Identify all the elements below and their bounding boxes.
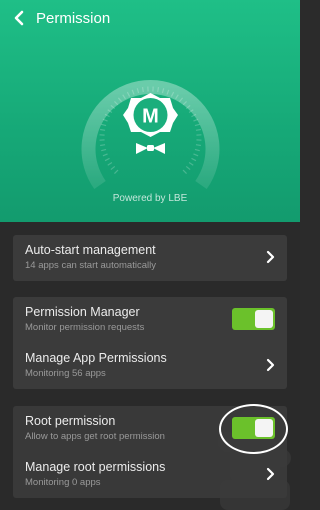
permission-manager-label: Permission Manager [25,305,140,319]
toggle-knob [255,310,273,328]
root-permission-row[interactable]: Root permission Allow to apps get root p… [13,406,287,452]
svg-text:M: M [142,106,159,128]
gauge-tick [194,148,200,152]
gauge-tick [182,169,187,174]
manage-root-permissions-label: Manage root permissions [25,460,166,474]
gauge-tick [102,118,108,122]
gauge-tick [185,165,191,171]
gauge-tick [101,148,107,152]
page-title: Permission [36,9,111,27]
powered-by-label: Powered by LBE [112,193,188,204]
gauge-tick [104,157,110,162]
gauge-tick [157,87,160,93]
manage-root-permissions-sublabel: Monitoring 0 apps [25,477,101,488]
gauge-tick [110,165,116,171]
autostart-sublabel: 14 apps can start automatically [25,260,156,271]
gauge-tick [195,144,201,147]
manage-app-permissions-label: Manage App Permissions [25,351,167,365]
gauge-tick [100,144,106,147]
manage-app-permissions-sublabel: Monitoring 56 apps [25,368,106,379]
toggle-knob [255,419,273,437]
autostart-management-row[interactable]: Auto-start management 14 apps can start … [13,235,287,281]
permission-manager-sublabel: Monitor permission requests [25,322,145,333]
top-bar: Permission [0,0,300,36]
autostart-card: Auto-start management 14 apps can start … [13,235,287,281]
gauge-tick [193,153,199,157]
gauge-tick [188,162,194,166]
security-gauge: M [81,80,220,190]
permission-manager-row[interactable]: Permission Manager Monitor permission re… [13,297,287,343]
chevron-right-icon [266,467,275,481]
gauge-tick [141,87,144,93]
gauge-tick [195,128,201,131]
root-permission-card: Root permission Allow to apps get root p… [13,406,287,498]
root-permission-label: Root permission [25,414,116,428]
gauge-tick [100,128,106,131]
gauge-tick [101,123,107,127]
chevron-right-icon [266,358,275,372]
gauge-tick [191,157,197,162]
chevron-right-icon [266,250,275,264]
back-button[interactable] [4,0,34,36]
manage-app-permissions-row[interactable]: Manage App Permissions Monitoring 56 app… [13,343,287,389]
gauge-tick [193,118,199,122]
gauge-tick [114,169,119,174]
lbe-logo-icon: M [123,93,178,154]
autostart-label: Auto-start management [25,243,156,257]
gauge-tick [107,162,113,166]
root-permission-sublabel: Allow to apps get root permission [25,431,165,442]
permission-manager-toggle[interactable] [232,308,275,330]
root-permission-toggle[interactable] [232,417,275,439]
gauge-tick [194,123,200,127]
manage-root-permissions-row[interactable]: Manage root permissions Monitoring 0 app… [13,452,287,498]
permission-manager-card: Permission Manager Monitor permission re… [13,297,287,389]
chevron-left-icon [14,10,24,26]
gauge-tick [102,153,108,157]
hero-banner: Permission M Powered by LBE [0,0,300,222]
